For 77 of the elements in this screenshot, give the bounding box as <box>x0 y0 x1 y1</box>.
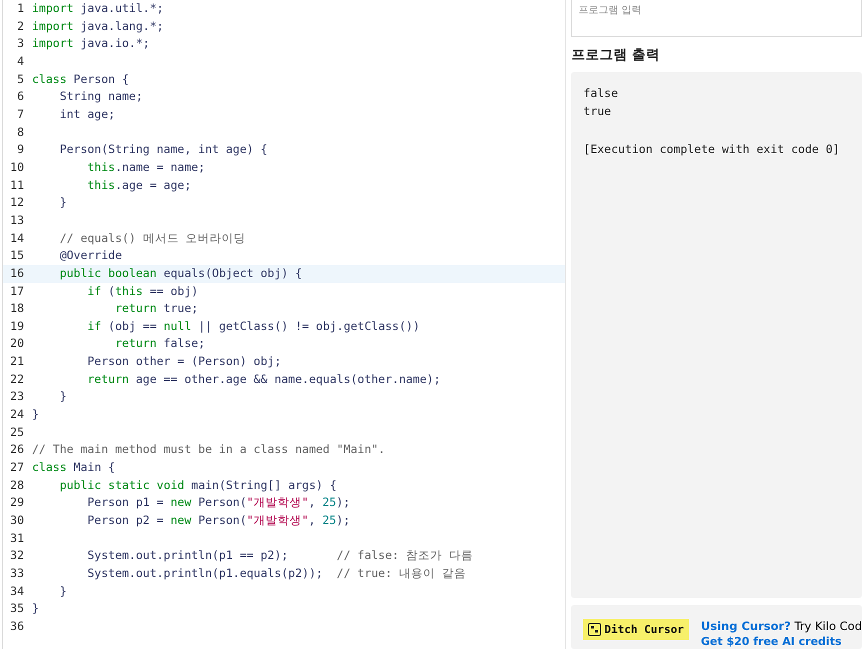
ad-badge[interactable]: Ditch Cursor <box>583 619 689 640</box>
line-number: 12 <box>9 194 24 212</box>
code-line: if (obj == null || getClass() != obj.getClass()) <box>86 318 420 335</box>
line-number: 35 <box>9 600 24 618</box>
line-number: 28 <box>9 476 24 494</box>
code-line: import java.lang.*; <box>32 18 164 35</box>
line-number: 17 <box>9 282 24 300</box>
code-line: return false; <box>114 335 206 352</box>
line-number: 3 <box>16 35 24 52</box>
code-line: } <box>32 600 39 618</box>
line-number: 9 <box>16 141 24 158</box>
line-number: 4 <box>16 52 24 70</box>
line-number: 26 <box>9 441 24 458</box>
code-line: public boolean equals(Object obj) { <box>58 264 302 282</box>
code-line: } <box>58 582 67 600</box>
line-number: 8 <box>16 124 24 141</box>
line-number: 16 <box>9 264 24 282</box>
code-line: Person p2 = new Person("개발학생", 25); <box>86 512 350 530</box>
code-line: this.age = age; <box>86 176 192 194</box>
code-line: import java.io.*; <box>32 35 150 52</box>
line-number: 32 <box>9 547 24 564</box>
logo-icon <box>588 623 602 636</box>
line-number: 15 <box>9 247 24 264</box>
code-line: public static void main(String[] args) { <box>58 476 337 494</box>
output-heading: 프로그램 출력 <box>571 46 662 64</box>
line-number: 13 <box>9 212 24 229</box>
code-line: System.out.println(p1.equals(p2)); // true: 내용이 같음 <box>86 565 466 582</box>
line-number: 33 <box>9 565 24 582</box>
line-number: 36 <box>9 618 24 635</box>
code-line: Person other = (Person) obj; <box>86 353 282 370</box>
code-line: import java.util.*; <box>32 0 164 17</box>
ad-link[interactable]: Get $20 free AI credits <box>700 635 842 648</box>
code-line: this.name = name; <box>86 158 206 176</box>
code-line: int age; <box>58 106 116 123</box>
line-number: 27 <box>9 459 24 476</box>
line-number: 31 <box>9 530 24 547</box>
code-line: // The main method must be in a class named "Main". <box>32 441 386 458</box>
input-field[interactable]: 프로그램 입력 <box>571 0 862 37</box>
line-number: 25 <box>9 424 24 441</box>
code-line: // equals() 메서드 오버라이딩 <box>58 230 246 247</box>
line-number: 18 <box>9 300 24 318</box>
code-line: @Override <box>58 247 122 264</box>
line-number: 23 <box>9 388 24 406</box>
line-number: 20 <box>9 335 24 352</box>
code-line: System.out.println(p1 == p2); // false: 참조가 다름 <box>86 547 473 564</box>
line-number: 22 <box>9 370 24 388</box>
line-number: 7 <box>16 106 24 123</box>
code-line: class Person { <box>32 70 129 88</box>
output-text: true <box>583 104 612 118</box>
code-line: } <box>32 406 39 424</box>
output-text: false <box>583 86 618 100</box>
line-number: 30 <box>9 512 24 530</box>
code-editor[interactable] <box>2 0 566 649</box>
code-line: return true; <box>114 300 198 318</box>
line-number: 29 <box>9 494 24 512</box>
line-number: 5 <box>16 70 24 88</box>
code-line: if (this == obj) <box>86 282 198 300</box>
code-line: return age == other.age && name.equals(other.name); <box>86 370 440 388</box>
line-number: 11 <box>9 176 24 194</box>
code-line: } <box>58 194 67 212</box>
output-text: [Execution complete with exit code 0] <box>583 142 840 156</box>
code-line: Person p1 = new Person("개발학생", 25); <box>86 494 350 512</box>
code-line: class Main { <box>32 459 116 476</box>
line-number: 1 <box>16 0 24 17</box>
code-line: String name; <box>58 88 143 106</box>
ad-text: Try Kilo Cod <box>794 619 862 633</box>
line-number: 24 <box>9 406 24 424</box>
code-line: Person(String name, int age) { <box>58 141 268 158</box>
line-number: 21 <box>9 353 24 370</box>
line-number: 6 <box>16 88 24 106</box>
ad-link[interactable]: Using Cursor? <box>700 619 791 633</box>
line-number: 2 <box>16 18 24 35</box>
line-number: 19 <box>9 318 24 335</box>
code-line: } <box>58 388 67 406</box>
line-number: 34 <box>9 582 24 600</box>
line-number: 10 <box>9 158 24 176</box>
line-number: 14 <box>9 230 24 247</box>
